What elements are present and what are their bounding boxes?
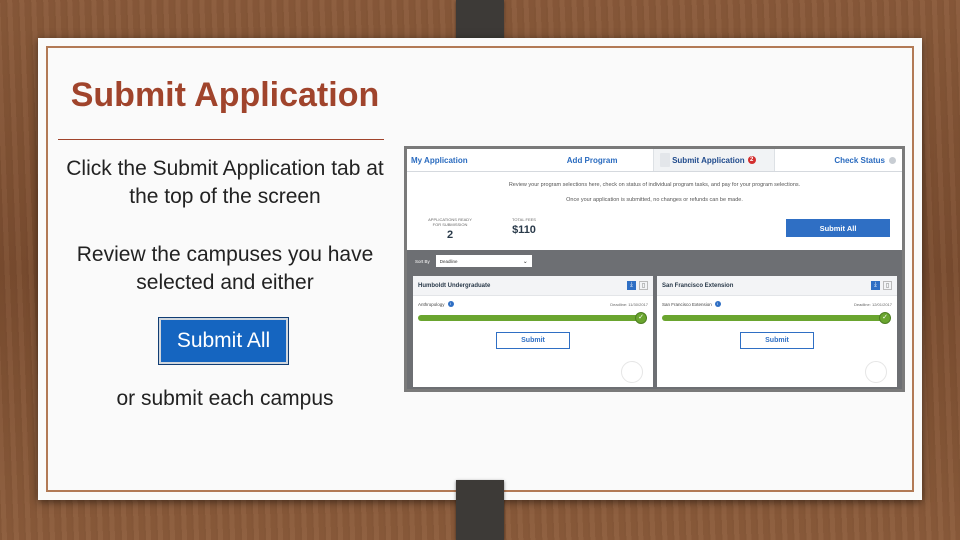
seal-watermark-icon — [621, 361, 643, 383]
campus-cards: Humboldt Undergraduate ⤓ ▯ Anthropology … — [407, 272, 902, 387]
program-name: San Francisco Extension i — [662, 301, 721, 307]
download-icon[interactable]: ⤓ — [871, 281, 880, 290]
chevron-down-icon: ⌄ — [522, 258, 528, 265]
tape-bottom — [456, 480, 504, 540]
program-row: Anthropology i Deadline: 11/30/2017 — [413, 301, 653, 307]
ready-summary: APPLICATIONS READY FOR SUBMISSION 2 — [427, 217, 473, 241]
program-label: San Francisco Extension — [662, 301, 712, 307]
total-fees-label: TOTAL FEES — [512, 217, 536, 222]
title-underline — [58, 139, 384, 140]
campus-header: Humboldt Undergraduate ⤓ ▯ — [413, 276, 653, 296]
info-icon[interactable]: i — [714, 301, 721, 307]
sort-label: Sort By — [415, 258, 430, 264]
trash-icon[interactable]: ▯ — [883, 281, 892, 290]
progress-bar: ✓ — [418, 312, 647, 324]
info-icon[interactable]: i — [447, 301, 454, 307]
program-name: Anthropology i — [418, 301, 454, 307]
campus-card: San Francisco Extension ⤓ ▯ San Francisc… — [657, 276, 897, 387]
slide-title: Submit Application — [70, 76, 380, 114]
sort-select[interactable]: Deadline ⌄ — [435, 255, 532, 267]
program-label: Anthropology — [418, 301, 445, 307]
submit-all-button-illustration[interactable]: Submit All — [158, 317, 289, 365]
ready-count: 2 — [446, 229, 454, 241]
tab-my-application[interactable]: My Application — [407, 149, 532, 171]
instruction-click-tab: Click the Submit Application tab at the … — [66, 157, 384, 208]
submit-all-button[interactable]: Submit All — [786, 219, 890, 237]
sort-value: Deadline — [439, 258, 458, 264]
tab-label: Submit Application — [672, 155, 745, 165]
tab-add-program[interactable]: Add Program — [532, 149, 653, 171]
program-row: San Francisco Extension i Deadline: 12/0… — [657, 301, 897, 307]
document-icon — [659, 153, 670, 167]
campus-actions: ⤓ ▯ — [627, 281, 648, 290]
programs-panel: Sort By Deadline ⌄ Humboldt Undergraduat… — [407, 250, 902, 389]
count-badge: 2 — [747, 156, 756, 164]
tab-check-status[interactable]: Check Status — [775, 149, 902, 171]
fees-summary: TOTAL FEES $110 — [501, 217, 547, 241]
check-icon: ✓ — [879, 312, 891, 324]
check-icon: ✓ — [635, 312, 647, 324]
application-screenshot: My Application Add Program Submit Applic… — [404, 146, 905, 392]
review-instructions: Review your program selections here, che… — [508, 182, 801, 188]
tab-bar: My Application Add Program Submit Applic… — [407, 149, 902, 172]
progress-bar: ✓ — [662, 312, 891, 324]
deadline: Deadline: 11/30/2017 — [610, 301, 648, 307]
campus-name: San Francisco Extension — [662, 282, 734, 289]
instruction-review: Review the campuses you have selected an… — [76, 243, 374, 294]
submission-summary: APPLICATIONS READY FOR SUBMISSION 2 TOTA… — [427, 217, 547, 241]
campus-name: Humboldt Undergraduate — [418, 282, 491, 289]
campus-card: Humboldt Undergraduate ⤓ ▯ Anthropology … — [413, 276, 653, 387]
instruction-submit-each: or submit each campus — [116, 387, 334, 410]
tab-submit-application[interactable]: Submit Application 2 — [652, 149, 776, 171]
seal-watermark-icon — [865, 361, 887, 383]
download-icon[interactable]: ⤓ — [627, 281, 636, 290]
submit-campus-button[interactable]: Submit — [740, 332, 814, 349]
no-refund-notice: Once your application is submitted, no c… — [566, 197, 743, 203]
tab-label: My Application — [411, 155, 468, 165]
submit-campus-button[interactable]: Submit — [496, 332, 570, 349]
sort-bar: Sort By Deadline ⌄ — [407, 250, 902, 272]
tab-label: Add Program — [566, 155, 618, 165]
tab-label: Check Status — [834, 155, 885, 165]
ready-label: APPLICATIONS READY FOR SUBMISSION — [428, 217, 472, 227]
trash-icon[interactable]: ▯ — [639, 281, 648, 290]
campus-header: San Francisco Extension ⤓ ▯ — [657, 276, 897, 296]
status-icon — [889, 156, 896, 164]
campus-actions: ⤓ ▯ — [871, 281, 892, 290]
deadline: Deadline: 12/01/2017 — [853, 301, 892, 307]
total-fees-value: $110 — [512, 224, 536, 236]
